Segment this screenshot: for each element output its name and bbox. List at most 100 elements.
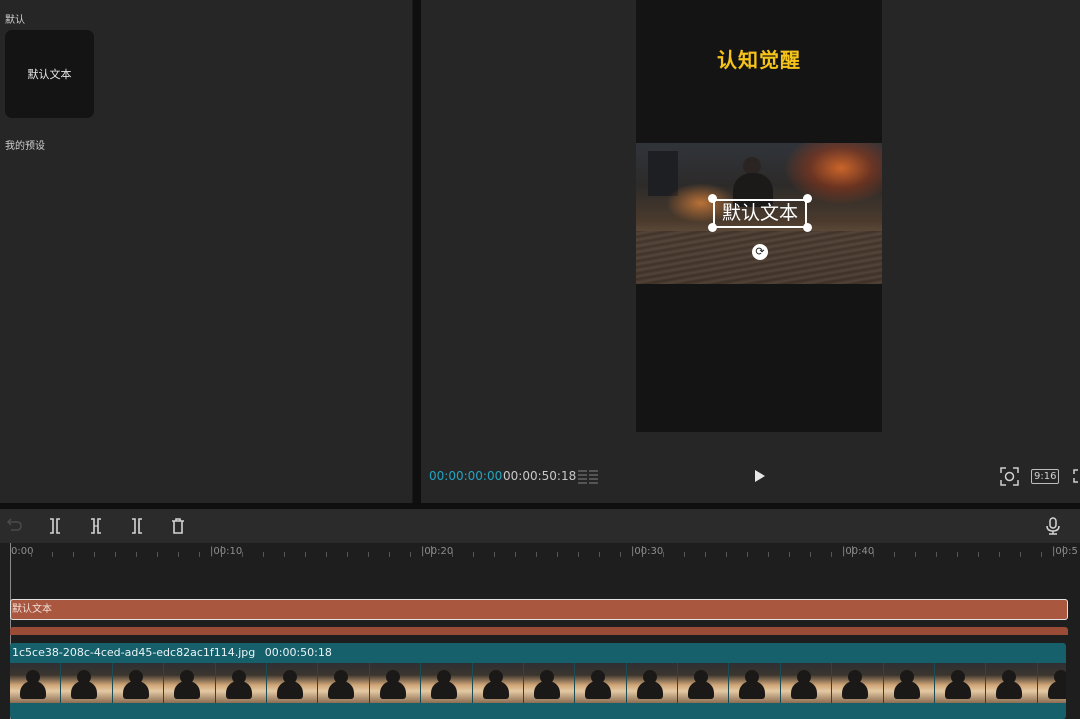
screenshot-crop-icon[interactable] <box>1000 467 1019 486</box>
preset-card-default-text[interactable]: 默认文本 <box>5 30 94 118</box>
timeline-ruler[interactable]: 0:00 |00:10 |00:20 |00:30 |00:40 |00:5 <box>0 543 1080 563</box>
video-thumbnail <box>266 663 319 703</box>
ruler-tick <box>346 552 348 557</box>
text-overlay-box[interactable]: 默认文本 <box>713 199 807 228</box>
delete-icon[interactable] <box>169 517 187 535</box>
ruler-tick <box>767 552 769 557</box>
video-thumbnail <box>832 663 884 703</box>
video-thumbnail <box>678 663 730 703</box>
ruler-tick <box>662 552 664 557</box>
video-thumbnail <box>883 663 936 703</box>
ruler-tick <box>620 552 622 557</box>
section-my-presets-label: 我的预设 <box>5 141 45 152</box>
preview-image: 默认文本 ⟳ <box>636 143 882 284</box>
ruler-tick <box>936 552 938 557</box>
ruler-tick <box>536 552 538 557</box>
scene-fire-glow <box>786 143 882 203</box>
timeline-toolbar <box>0 509 1080 543</box>
trim-left-icon[interactable] <box>87 517 105 535</box>
waveform-grid-icon[interactable] <box>577 468 599 485</box>
ruler-tick <box>894 552 896 557</box>
player-controls: 00:00:00:00 00:00:50:18 9:16 <box>421 460 1080 494</box>
ruler-tick <box>852 546 853 557</box>
ruler-tick <box>94 552 96 557</box>
video-thumbnail <box>472 663 524 703</box>
video-clip[interactable]: 1c5ce38-208c-4ced-ad45-edc82ac1f114.jpg … <box>10 643 1066 719</box>
ruler-tick <box>473 552 475 557</box>
undo-icon[interactable] <box>5 517 23 535</box>
resize-handle-bottom-left[interactable] <box>708 223 717 232</box>
ruler-tick <box>915 552 917 557</box>
ruler-tick <box>262 552 264 557</box>
video-clip-meta: 1c5ce38-208c-4ced-ad45-edc82ac1f114.jpg … <box>12 646 332 659</box>
ruler-tick <box>367 552 369 557</box>
ruler-tick <box>136 552 138 557</box>
ruler-tick <box>1041 552 1043 557</box>
ruler-tick <box>725 552 727 557</box>
video-thumbnail <box>61 663 113 703</box>
total-timecode: 00:00:50:18 <box>503 469 577 483</box>
ruler-tick <box>578 552 580 557</box>
ruler-tick <box>452 552 454 557</box>
microphone-icon[interactable] <box>1044 517 1062 535</box>
video-thumbnail <box>729 663 781 703</box>
video-thumbnail <box>112 663 165 703</box>
video-thumbnail <box>1037 663 1066 703</box>
ruler-tick <box>873 552 875 557</box>
resize-handle-top-right[interactable] <box>803 194 812 203</box>
ruler-tick <box>494 552 496 557</box>
text-clip[interactable]: 默认文本 <box>10 599 1068 620</box>
ruler-tick <box>409 552 411 557</box>
ruler-tick <box>683 552 685 557</box>
ruler-tick <box>746 552 748 557</box>
video-thumbnail <box>523 663 576 703</box>
ruler-label-20: |00:20 <box>421 546 454 557</box>
resize-handle-top-left[interactable] <box>708 194 717 203</box>
ruler-tick <box>220 546 222 557</box>
text-clip-secondary[interactable] <box>10 627 1068 635</box>
ruler-tick <box>431 546 432 557</box>
canvas-title-text: 认知觉醒 <box>717 48 801 72</box>
ruler-tick <box>178 552 180 557</box>
ruler-tick <box>515 552 517 557</box>
rotate-handle-icon[interactable]: ⟳ <box>752 244 768 260</box>
ruler-label-40: |00:40 <box>842 546 875 557</box>
ruler-tick <box>557 552 559 557</box>
ruler-tick <box>978 552 980 557</box>
video-thumbnail <box>318 663 370 703</box>
ruler-tick <box>199 552 201 557</box>
ruler-tick <box>304 552 306 557</box>
timeline[interactable]: 0:00 |00:10 |00:20 |00:30 |00:40 |00:5 默… <box>0 543 1080 719</box>
resize-handle-bottom-right[interactable] <box>803 223 812 232</box>
text-clip-label: 默认文本 <box>12 604 52 615</box>
play-icon[interactable] <box>753 468 767 484</box>
ruler-tick <box>157 552 159 557</box>
ruler-tick <box>1062 546 1064 557</box>
ruler-tick <box>788 552 790 557</box>
ruler-label-10: |00:10 <box>210 546 243 557</box>
video-thumbnail <box>780 663 833 703</box>
text-presets-panel: 默认 默认文本 我的预设 <box>0 0 413 503</box>
ruler-label-50: |00:5 <box>1052 546 1078 557</box>
fullscreen-icon[interactable] <box>1073 469 1080 483</box>
preview-player: 认知觉醒 默认文本 ⟳ 00:00:00:00 00:00:50:18 9:16 <box>421 0 1080 503</box>
trim-right-icon[interactable] <box>128 517 146 535</box>
video-clip-filename: 1c5ce38-208c-4ced-ad45-edc82ac1f114.jpg <box>12 646 256 659</box>
section-default-label: 默认 <box>5 15 25 26</box>
aspect-ratio-button[interactable]: 9:16 <box>1031 469 1060 484</box>
video-thumbnail <box>986 663 1038 703</box>
ruler-tick <box>957 552 959 557</box>
ruler-tick <box>809 552 811 557</box>
video-thumbnail <box>369 663 422 703</box>
preset-card-label: 默认文本 <box>27 68 72 81</box>
ruler-tick <box>283 552 285 557</box>
video-clip-duration: 00:00:50:18 <box>264 646 332 659</box>
ruler-tick <box>641 546 643 557</box>
current-timecode: 00:00:00:00 <box>429 469 503 483</box>
ruler-tick <box>31 552 33 557</box>
ruler-tick <box>73 552 75 557</box>
split-icon[interactable] <box>46 517 64 535</box>
video-thumbnail <box>626 663 679 703</box>
ruler-tick <box>115 552 117 557</box>
video-thumbnail <box>164 663 216 703</box>
